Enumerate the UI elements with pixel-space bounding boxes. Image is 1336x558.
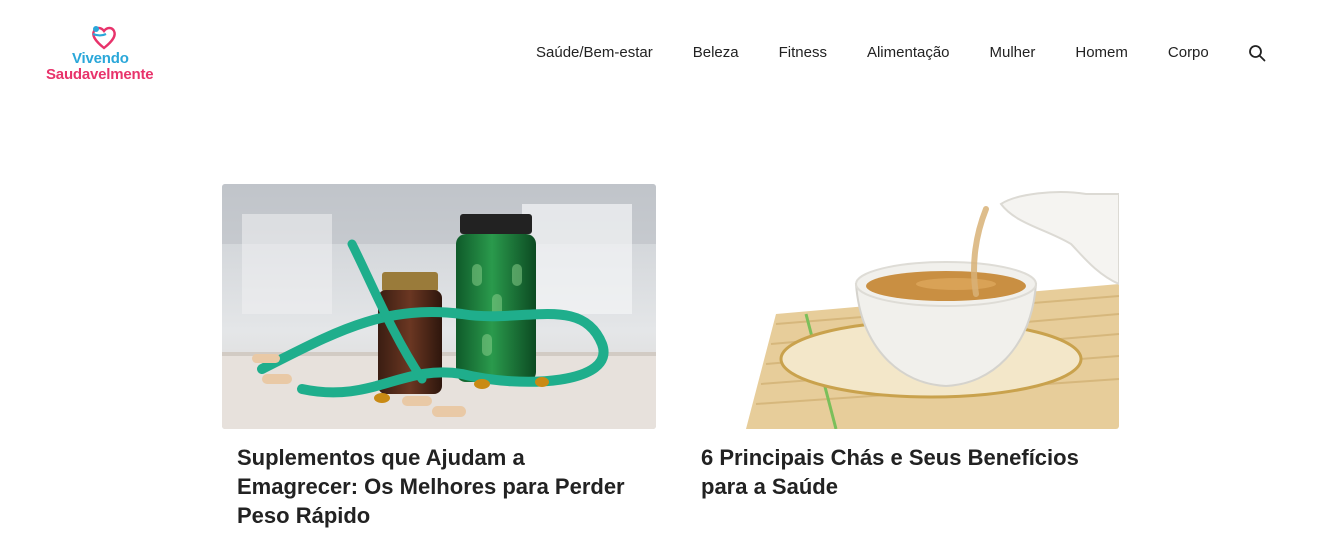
post-title[interactable]: Suplementos que Ajudam a Emagrecer: Os M… — [237, 443, 647, 530]
nav-item-saude-bem-estar[interactable]: Saúde/Bem-estar — [536, 43, 653, 63]
post-title[interactable]: 6 Principais Chás e Seus Benefícios para… — [701, 443, 1111, 501]
main-nav: Saúde/Bem-estar Beleza Fitness Alimentaç… — [536, 43, 1266, 63]
site-header: Vivendo Saudavelmente Saúde/Bem-estar Be… — [0, 0, 1336, 104]
nav-item-mulher[interactable]: Mulher — [990, 43, 1036, 63]
post-card[interactable]: Suplementos que Ajudam a Emagrecer: Os M… — [222, 184, 656, 530]
site-logo[interactable]: Vivendo Saudavelmente — [44, 24, 164, 84]
logo-text-line1: Vivendo — [72, 50, 129, 67]
nav-item-corpo[interactable]: Corpo — [1168, 43, 1209, 63]
heart-logo-icon — [92, 26, 116, 50]
nav-item-fitness[interactable]: Fitness — [779, 43, 827, 63]
nav-item-alimentacao[interactable]: Alimentação — [867, 43, 950, 63]
search-icon[interactable] — [1248, 44, 1266, 62]
post-thumbnail-supplements[interactable] — [222, 184, 656, 429]
post-thumbnail-tea[interactable] — [686, 184, 1119, 429]
nav-item-beleza[interactable]: Beleza — [693, 43, 739, 63]
post-card[interactable]: 6 Principais Chás e Seus Benefícios para… — [686, 184, 1119, 501]
nav-item-homem[interactable]: Homem — [1075, 43, 1128, 63]
logo-text-line2: Saudavelmente — [46, 66, 154, 83]
